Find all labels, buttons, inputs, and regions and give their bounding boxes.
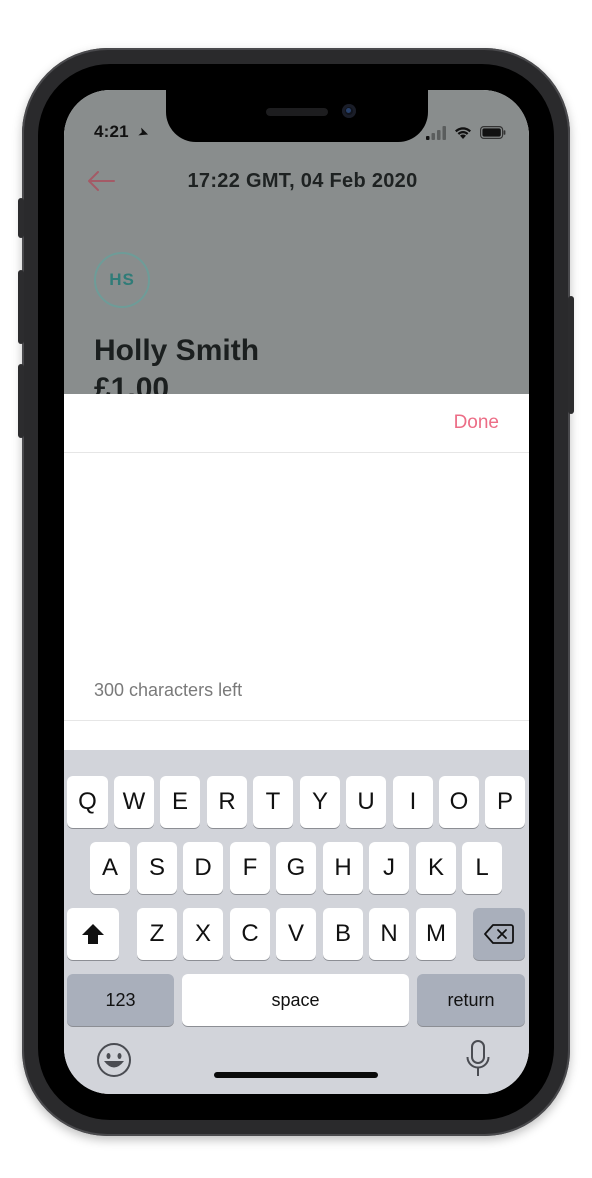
delete-key[interactable] <box>473 908 525 960</box>
shift-icon <box>82 924 104 944</box>
location-arrow-icon: ➤ <box>135 123 152 142</box>
side-button-mute <box>18 198 24 238</box>
emoji-icon[interactable] <box>96 1042 132 1078</box>
key-i[interactable]: I <box>393 776 433 828</box>
side-button-volume-down <box>18 364 24 438</box>
numbers-key[interactable]: 123 <box>67 974 174 1026</box>
key-r[interactable]: R <box>207 776 247 828</box>
key-y[interactable]: Y <box>300 776 340 828</box>
key-z[interactable]: Z <box>137 908 177 960</box>
key-g[interactable]: G <box>276 842 316 894</box>
key-p[interactable]: P <box>485 776 525 828</box>
key-w[interactable]: W <box>114 776 154 828</box>
phone-screen: 4:21 ➤ 17:22 GMT, 04 Feb 2020 HS Holly S… <box>64 90 529 1094</box>
status-time: 4:21 <box>94 122 129 141</box>
delete-backspace-icon <box>484 924 514 944</box>
key-s[interactable]: S <box>137 842 177 894</box>
key-d[interactable]: D <box>183 842 223 894</box>
side-button-volume-up <box>18 270 24 344</box>
key-b[interactable]: B <box>323 908 363 960</box>
key-o[interactable]: O <box>439 776 479 828</box>
key-x[interactable]: X <box>183 908 223 960</box>
key-t[interactable]: T <box>253 776 293 828</box>
shift-key[interactable] <box>67 908 119 960</box>
keyboard: Q W E R T Y U I O P A S D F G H J K L Z … <box>64 750 529 1094</box>
wifi-icon <box>455 127 471 139</box>
done-button[interactable]: Done <box>454 412 499 434</box>
front-camera <box>342 104 356 118</box>
home-indicator[interactable] <box>214 1072 378 1078</box>
key-e[interactable]: E <box>160 776 200 828</box>
transaction-datetime-title: 17:22 GMT, 04 Feb 2020 <box>187 170 418 192</box>
sheet-bottom-divider <box>64 720 529 721</box>
key-h[interactable]: H <box>323 842 363 894</box>
key-l[interactable]: L <box>462 842 502 894</box>
return-key[interactable]: return <box>417 974 525 1026</box>
characters-left-counter: 300 characters left <box>94 680 243 700</box>
key-n[interactable]: N <box>369 908 409 960</box>
key-k[interactable]: K <box>416 842 456 894</box>
contact-name: Holly Smith <box>94 334 260 367</box>
note-sheet: Done 300 characters left <box>64 394 529 756</box>
space-key[interactable]: space <box>182 974 409 1026</box>
note-input[interactable] <box>94 464 503 668</box>
key-a[interactable]: A <box>90 842 130 894</box>
key-v[interactable]: V <box>276 908 316 960</box>
notch <box>166 90 428 142</box>
phone-bezel: 4:21 ➤ 17:22 GMT, 04 Feb 2020 HS Holly S… <box>38 64 554 1120</box>
key-q[interactable]: Q <box>67 776 108 828</box>
cellular-signal-icon <box>426 126 446 140</box>
earpiece-speaker <box>266 108 328 116</box>
key-u[interactable]: U <box>346 776 386 828</box>
side-button-power <box>568 296 574 414</box>
key-f[interactable]: F <box>230 842 270 894</box>
battery-icon <box>480 126 506 139</box>
key-c[interactable]: C <box>230 908 270 960</box>
phone-frame: 4:21 ➤ 17:22 GMT, 04 Feb 2020 HS Holly S… <box>18 48 574 1136</box>
contact-avatar: HS <box>94 252 150 308</box>
microphone-icon[interactable] <box>466 1040 490 1078</box>
key-j[interactable]: J <box>369 842 409 894</box>
sheet-divider <box>64 452 529 453</box>
key-m[interactable]: M <box>416 908 456 960</box>
